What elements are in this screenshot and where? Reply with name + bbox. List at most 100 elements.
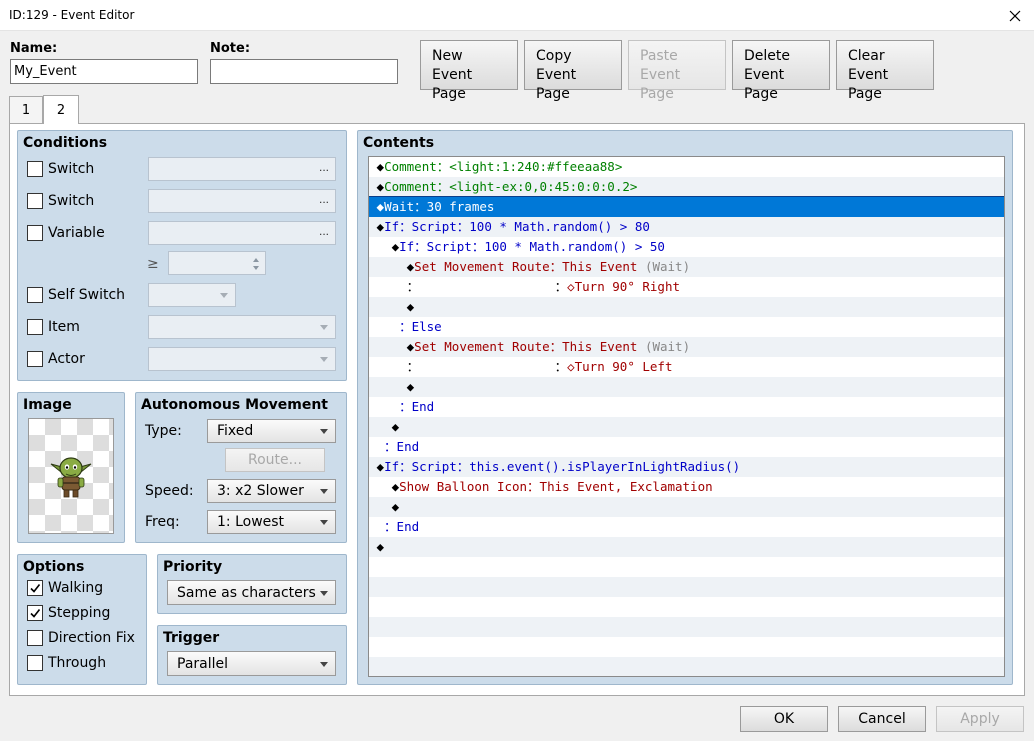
command-row[interactable]: ◆Comment：<light:1:240:#ffeeaa88> xyxy=(369,157,1004,177)
copy-event-page-button[interactable]: Copy Event Page xyxy=(524,40,622,102)
command-text: ◆ xyxy=(376,459,385,474)
variable-value-spinner[interactable] xyxy=(168,251,266,275)
command-row[interactable]: ◆If：Script：this.event().isPlayerInLightR… xyxy=(369,457,1004,477)
trigger-title: Trigger xyxy=(163,630,220,646)
actor-select[interactable] xyxy=(148,347,336,371)
chevron-down-icon xyxy=(320,520,328,525)
command-row[interactable] xyxy=(369,657,1004,676)
priority-select[interactable]: Same as characters xyxy=(167,580,336,605)
variable-checkbox[interactable] xyxy=(27,225,43,241)
paste-event-page-button[interactable]: Paste Event Page xyxy=(628,40,726,102)
cancel-button[interactable]: Cancel xyxy=(838,706,926,732)
command-row[interactable]: ◆ xyxy=(369,417,1004,437)
name-input[interactable]: My_Event xyxy=(10,59,198,84)
item-checkbox[interactable] xyxy=(27,319,43,335)
command-row[interactable]: ◆Wait：30 frames xyxy=(369,196,1004,218)
event-image-picker[interactable] xyxy=(28,418,114,534)
movement-type-select[interactable]: Fixed xyxy=(207,419,336,443)
self-switch-label: Self Switch xyxy=(48,287,126,303)
command-text: ： xyxy=(376,359,420,374)
command-text: ◆ xyxy=(376,339,415,354)
command-row[interactable]: ◆Comment：<light-ex:0,0:45:0:0:0.2> xyxy=(369,177,1004,197)
command-row[interactable]: ：End xyxy=(369,517,1004,537)
note-label: Note: xyxy=(210,41,251,56)
command-row[interactable]: ◆Show Balloon Icon：This Event, Exclamati… xyxy=(369,477,1004,497)
button-line: Event Page xyxy=(432,67,473,102)
trigger-select[interactable]: Parallel xyxy=(167,651,336,676)
clear-event-page-button[interactable]: Clear Event Page xyxy=(836,40,934,102)
command-row[interactable] xyxy=(369,637,1004,657)
command-row[interactable]: ◆ xyxy=(369,537,1004,557)
command-text: Set Movement Route： xyxy=(414,259,563,274)
command-text: If：Script：100 * Math.random() > 50 xyxy=(399,239,665,254)
button-line: Event Page xyxy=(640,67,681,102)
command-text: <light-ex:0,0:45:0:0:0.2> xyxy=(449,179,638,194)
movement-freq-select[interactable]: 1: Lowest xyxy=(207,510,336,534)
walking-checkbox[interactable] xyxy=(27,580,43,596)
switch2-checkbox[interactable] xyxy=(27,193,43,209)
through-checkbox[interactable] xyxy=(27,655,43,671)
chevron-down-icon xyxy=(220,293,228,298)
command-row[interactable]: ◆If：Script：100 * Math.random() > 50 xyxy=(369,237,1004,257)
command-text: Comment： xyxy=(384,179,450,194)
command-row[interactable]: ： ：◇Turn 90° Left xyxy=(369,357,1004,377)
contents-title: Contents xyxy=(363,135,435,151)
note-input[interactable] xyxy=(210,59,398,84)
command-row[interactable]: ◆ xyxy=(369,497,1004,517)
command-row[interactable]: ◆Set Movement Route：This Event (Wait) xyxy=(369,337,1004,357)
command-row[interactable]: ：End xyxy=(369,437,1004,457)
ok-button[interactable]: OK xyxy=(740,706,828,732)
conditions-title: Conditions xyxy=(23,135,108,151)
command-row[interactable]: ◆ xyxy=(369,377,1004,397)
command-row[interactable]: ◆ xyxy=(369,297,1004,317)
switch1-field[interactable]: ... xyxy=(148,157,336,181)
command-text: ：End xyxy=(376,519,420,534)
command-text: ◇Turn 90° Left xyxy=(567,359,673,374)
command-row[interactable] xyxy=(369,577,1004,597)
ge-symbol: ≥ xyxy=(147,256,159,272)
command-text: If：Script：this.event().isPlayerInLightRa… xyxy=(384,459,741,474)
chevron-down-icon xyxy=(320,429,328,434)
variable-field[interactable]: ... xyxy=(148,221,336,245)
switch1-checkbox[interactable] xyxy=(27,161,43,177)
apply-button[interactable]: Apply xyxy=(936,706,1024,732)
tab-page-1[interactable]: 1 xyxy=(9,96,43,123)
switch2-field[interactable]: ... xyxy=(148,189,336,213)
command-row[interactable]: ：Else xyxy=(369,317,1004,337)
through-label: Through xyxy=(48,655,107,671)
delete-event-page-button[interactable]: Delete Event Page xyxy=(732,40,830,102)
command-row[interactable] xyxy=(369,597,1004,617)
command-text: ◆ xyxy=(376,499,400,514)
movement-speed-select[interactable]: 3: x2 Slower xyxy=(207,479,336,503)
command-row[interactable]: ◆Set Movement Route：This Event (Wait) xyxy=(369,257,1004,277)
tab-page-2[interactable]: 2 xyxy=(43,95,79,124)
command-text: ◇Turn 90° Right xyxy=(567,279,680,294)
command-row[interactable] xyxy=(369,617,1004,637)
chevron-down-icon xyxy=(320,661,328,667)
new-event-page-button[interactable]: New Event Page xyxy=(420,40,518,102)
event-command-list[interactable]: ◆Comment：<light:1:240:#ffeeaa88> ◆Commen… xyxy=(368,156,1005,677)
direction-fix-label: Direction Fix xyxy=(48,630,135,646)
command-text: ◆ xyxy=(376,179,385,194)
command-text: If：Script：100 * Math.random() > 80 xyxy=(384,219,650,234)
command-text: Show Balloon Icon：This Event, Exclamatio… xyxy=(399,479,713,494)
command-text: ◆ xyxy=(376,159,385,174)
route-button[interactable]: Route... xyxy=(225,448,325,472)
command-row[interactable]: ◆If：Script：100 * Math.random() > 80 xyxy=(369,217,1004,237)
self-switch-select[interactable] xyxy=(148,283,236,307)
actor-checkbox[interactable] xyxy=(27,351,43,367)
item-select[interactable] xyxy=(148,315,336,339)
self-switch-checkbox[interactable] xyxy=(27,287,43,303)
button-line: Clear xyxy=(848,48,885,64)
command-row[interactable] xyxy=(369,557,1004,577)
priority-title: Priority xyxy=(163,559,223,575)
stepping-checkbox[interactable] xyxy=(27,605,43,621)
command-text: ◆ xyxy=(376,259,415,274)
close-button[interactable] xyxy=(996,0,1034,31)
command-text: ◆ xyxy=(376,419,400,434)
ellipsis-icon: ... xyxy=(318,192,329,206)
command-row[interactable]: ：End xyxy=(369,397,1004,417)
command-row[interactable]: ： ：◇Turn 90° Right xyxy=(369,277,1004,297)
direction-fix-checkbox[interactable] xyxy=(27,630,43,646)
command-text: ◆ xyxy=(376,219,385,234)
